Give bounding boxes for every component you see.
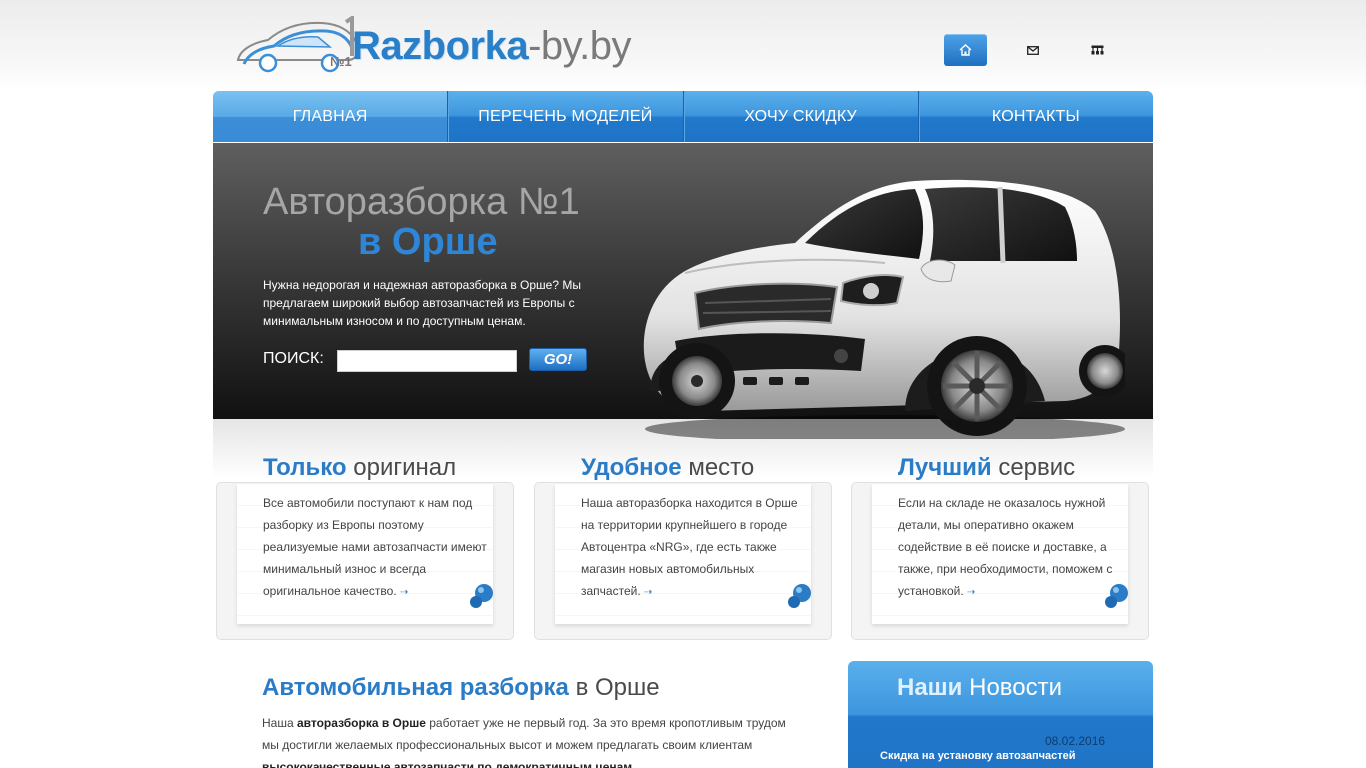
hero-title-line2: в Орше [358,221,498,263]
feature-service: Лучший сервис Если на складе не оказалос… [848,440,1150,640]
news-title: Наши Новости [897,674,1062,702]
logo-text: Razborka-by.by [352,22,632,70]
site-logo[interactable]: №1 Razborka-by.by [234,16,632,76]
feature-original: Только оригинал Все автомобили поступают… [213,440,515,640]
read-more-arrow-icon[interactable]: ⇢ [644,587,652,598]
mail-icon [1026,45,1039,55]
article-title-rest: в Орше [575,674,660,701]
nav-item-contacts[interactable]: КОНТАКТЫ [919,91,1153,142]
feature-title-accent: Только [263,454,347,481]
article-text-part: Наша [262,716,297,730]
feature-text: Наша авторазборка находится в Орше на те… [581,492,811,604]
article-title: Автомобильная разборка в Орше [262,674,660,702]
nav-item-label: ГЛАВНАЯ [292,107,368,125]
nav-item-label: ПЕРЕЧЕНЬ МОДЕЛЕЙ [478,107,653,125]
news-date: 08.02.2016 [1045,734,1106,748]
search-input[interactable] [337,350,517,372]
nav-item-models[interactable]: ПЕРЕЧЕНЬ МОДЕЛЕЙ [448,91,684,142]
main-navigation: ГЛАВНАЯ ПЕРЕЧЕНЬ МОДЕЛЕЙ ХОЧУ СКИДКУ КОН… [213,91,1153,147]
feature-description: Все автомобили поступают к нам под разбо… [263,496,487,598]
read-more-arrow-icon[interactable]: ⇢ [967,587,975,598]
hero-banner: Авторазборка №1 в Орше Нужна недорогая и… [213,143,1153,439]
feature-location: Удобное место Наша авторазборка находитс… [531,440,833,640]
hero-title-line1: Авторазборка №1 [263,181,580,223]
car-image [643,179,1125,439]
feature-title: Лучший сервис [898,454,1075,482]
pushpin-icon [1105,584,1128,608]
news-title-accent: Наши [897,674,963,701]
nav-item-home[interactable]: ГЛАВНАЯ [213,91,449,147]
feature-title-rest: сервис [998,454,1076,481]
article-title-accent: Автомобильная разборка [262,674,569,701]
feature-title: Удобное место [581,454,754,482]
article-text: Наша авторазборка в Орше работает уже не… [262,712,802,768]
nav-item-discount[interactable]: ХОЧУ СКИДКУ [684,91,919,142]
pushpin-icon [788,584,811,608]
news-title-rest: Новости [969,674,1063,701]
logo-brand: Razborka [352,24,529,68]
hero-description: Нужна недорогая и надежная авторазборка … [263,278,581,328]
feature-title-rest: место [688,454,755,481]
search-go-button[interactable]: GO! [529,348,587,371]
home-icon [959,44,972,56]
nav-item-label: КОНТАКТЫ [991,107,1080,125]
article-text-part: . [632,760,636,768]
logo-suffix: -by.by [528,24,632,68]
contact-mail-button[interactable] [1011,34,1054,66]
feature-description: Наша авторазборка находится в Орше на те… [581,496,798,598]
article-text-bold: высококачественные автозапчасти по демок… [262,760,633,768]
logo-number-mark: №1 [330,54,352,69]
feature-text: Если на складе не оказалось нужной детал… [898,492,1128,604]
feature-title-accent: Удобное [581,454,682,481]
feature-description: Если на складе не оказалось нужной детал… [898,496,1113,598]
article-text-bold: авторазборка в Орше [296,716,426,730]
sitemap-button[interactable] [1076,34,1119,66]
feature-text: Все автомобили поступают к нам под разбо… [263,492,493,604]
read-more-arrow-icon[interactable]: ⇢ [400,587,408,598]
feature-title: Только оригинал [263,454,456,482]
news-panel: Наши Новости 08.02.2016 Скидка на устано… [848,661,1153,768]
home-button[interactable] [944,34,987,66]
search-label: ПОИСК: [263,350,324,367]
feature-title-accent: Лучший [898,454,992,481]
feature-title-rest: оригинал [353,454,457,481]
sitemap-icon [1091,45,1104,55]
pushpin-icon [470,584,493,608]
nav-item-label: ХОЧУ СКИДКУ [744,107,857,125]
news-item-link[interactable]: Скидка на установку автозапчастей [880,750,1076,762]
